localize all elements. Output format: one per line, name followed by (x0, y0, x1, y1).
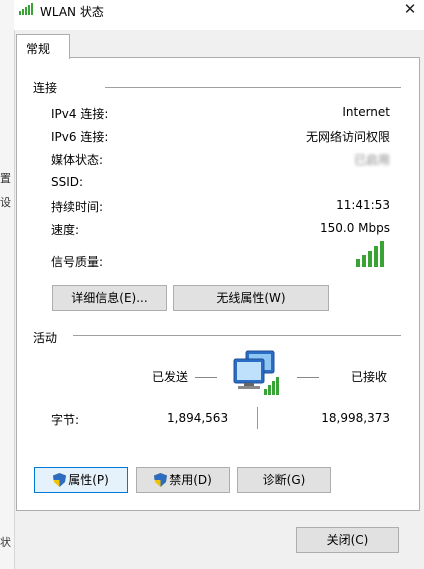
background-window-edge: 置 设 状 (0, 0, 15, 569)
background-text-fragment: 置 (0, 172, 11, 185)
properties-button[interactable]: 属性(P) (34, 467, 128, 493)
received-connector-line (297, 377, 319, 378)
details-button[interactable]: 详细信息(E)... (52, 285, 167, 311)
media-state-label: 媒体状态: (51, 153, 104, 167)
shield-icon (53, 471, 67, 495)
speed-label: 速度: (51, 223, 80, 237)
close-button[interactable]: 关闭(C) (296, 527, 399, 553)
received-label: 已接收 (351, 370, 388, 384)
wireless-properties-button[interactable]: 无线属性(W) (173, 285, 329, 311)
duration-label: 持续时间: (51, 200, 104, 214)
shield-icon (154, 471, 168, 495)
background-text-fragment: 设 (0, 196, 11, 209)
ssid-label: SSID: (51, 175, 84, 189)
sent-label: 已发送 (152, 370, 189, 384)
bytes-separator (257, 407, 258, 429)
properties-button-label: 属性(P) (68, 473, 109, 487)
bytes-label: 字节: (51, 413, 80, 427)
ipv6-value: 无网络访问权限 (305, 130, 390, 144)
sent-connector-line (195, 377, 217, 378)
connection-divider (105, 87, 401, 88)
duration-value: 11:41:53 (336, 198, 390, 212)
speed-value: 150.0 Mbps (319, 221, 390, 235)
disable-button-label: 禁用(D) (169, 473, 212, 487)
activity-section-title: 活动 (33, 331, 58, 345)
ipv4-label: IPv4 连接: (51, 107, 109, 121)
ipv6-label: IPv6 连接: (51, 130, 109, 144)
bytes-received-value: 18,998,373 (321, 411, 390, 425)
wifi-signal-icon (18, 3, 36, 18)
close-icon[interactable]: ✕ (400, 0, 420, 20)
title-bar: WLAN 状态 ✕ (14, 0, 424, 30)
signal-quality-label: 信号质量: (51, 255, 104, 269)
network-computer-icon (232, 349, 282, 400)
diagnose-button[interactable]: 诊断(G) (237, 467, 331, 493)
bytes-sent-value: 1,894,563 (167, 411, 229, 425)
general-panel: 连接 IPv4 连接: Internet IPv6 连接: 无网络访问权限 媒体… (16, 57, 420, 511)
window-title: WLAN 状态 (40, 5, 104, 19)
connection-section-title: 连接 (33, 81, 58, 95)
tab-general[interactable]: 常规 (16, 34, 70, 59)
tab-label: 常规 (26, 42, 51, 56)
disable-button[interactable]: 禁用(D) (136, 467, 230, 493)
activity-divider (73, 335, 401, 336)
ipv4-value: Internet (342, 105, 390, 119)
media-state-value: 已启用 (353, 153, 390, 167)
background-text-fragment: 状 (0, 536, 11, 549)
signal-bars-icon (355, 241, 385, 270)
